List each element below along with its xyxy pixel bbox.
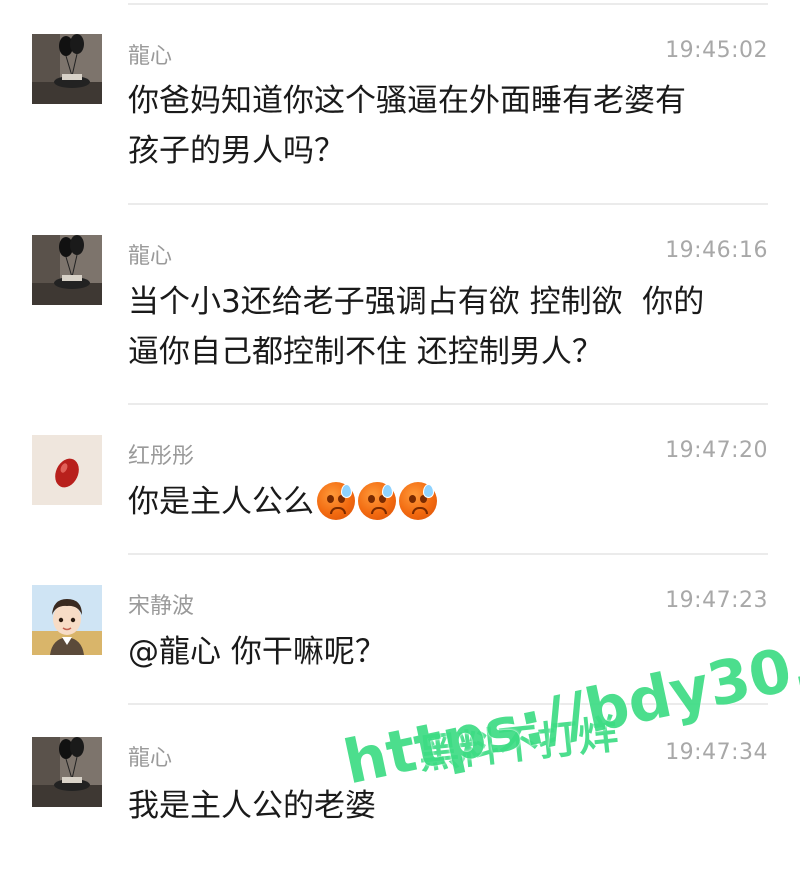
message-line: @龍心 你干嘛呢？ bbox=[128, 634, 386, 670]
sender-name: 龍心 bbox=[128, 244, 173, 269]
message-time: 19:47:23 bbox=[665, 588, 768, 613]
sweat-smile-emoji bbox=[358, 482, 396, 520]
message-time: 19:45:02 bbox=[665, 38, 768, 63]
avatar[interactable] bbox=[32, 585, 102, 655]
message-line: 我是主人公的老婆 bbox=[128, 788, 376, 824]
sender-name: 龍心 bbox=[128, 44, 173, 69]
message-line: 当个小3还给老子强调占有欲 控制欲 你的 bbox=[128, 284, 705, 320]
message-time: 19:47:34 bbox=[665, 740, 768, 765]
sender-name: 龍心 bbox=[128, 746, 173, 771]
sweat-smile-emoji bbox=[317, 482, 355, 520]
chat-message[interactable]: 红彤彤 19:47:20 你是主人公么 bbox=[0, 405, 800, 555]
sender-name: 红彤彤 bbox=[128, 444, 195, 469]
avatar[interactable] bbox=[32, 34, 102, 104]
sweat-smile-emoji bbox=[399, 482, 437, 520]
message-line: 孩子的男人吗？ bbox=[128, 133, 345, 169]
message-text: 你是主人公么 bbox=[128, 477, 760, 527]
avatar[interactable] bbox=[32, 435, 102, 505]
chat-message[interactable]: 龍心 19:46:16 当个小3还给老子强调占有欲 控制欲 你的 逼你自己都控制… bbox=[0, 205, 800, 405]
message-line: 你是主人公么 bbox=[128, 484, 314, 520]
avatar[interactable] bbox=[32, 737, 102, 807]
message-text: 你爸妈知道你这个骚逼在外面睡有老婆有 孩子的男人吗？ bbox=[128, 76, 760, 176]
message-text: 我是主人公的老婆 bbox=[128, 781, 760, 831]
message-text: 当个小3还给老子强调占有欲 控制欲 你的 逼你自己都控制不住 还控制男人？ bbox=[128, 277, 760, 377]
message-time: 19:46:16 bbox=[665, 238, 768, 263]
message-time: 19:47:20 bbox=[665, 438, 768, 463]
message-line: 你爸妈知道你这个骚逼在外面睡有老婆有 bbox=[128, 83, 686, 119]
chat-message[interactable]: 龍心 19:45:02 你爸妈知道你这个骚逼在外面睡有老婆有 孩子的男人吗？ bbox=[0, 0, 800, 205]
avatar[interactable] bbox=[32, 235, 102, 305]
sender-name: 宋静波 bbox=[128, 594, 195, 619]
message-line: 逼你自己都控制不住 还控制男人？ bbox=[128, 334, 603, 370]
